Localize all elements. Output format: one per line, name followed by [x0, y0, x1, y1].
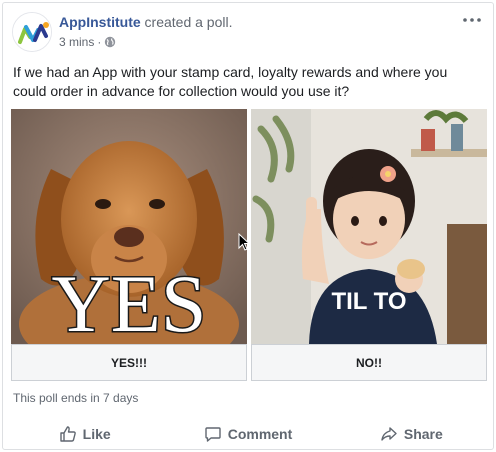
poll-option-no-label: NO!! [251, 344, 487, 381]
poll-option-no[interactable]: TIL TO NO!! [251, 109, 487, 381]
share-label: Share [403, 426, 443, 442]
poll-option-yes-label: YES!!! [11, 344, 247, 381]
post-meta: 3 mins · [59, 35, 116, 49]
post-timestamp[interactable]: 3 mins [59, 35, 94, 49]
poll-option-yes-image: YES [11, 109, 247, 344]
author-name[interactable]: AppInstitute [59, 14, 141, 30]
post-header: AppInstitute created a poll. 3 mins · [3, 3, 493, 59]
page-avatar[interactable] [12, 12, 52, 52]
poll-option-yes[interactable]: YES YES!!! [11, 109, 247, 381]
post-text: If we had an App with your stamp card, l… [13, 64, 448, 99]
author-line: AppInstitute created a poll. [59, 14, 233, 30]
appinstitute-logo-icon [13, 13, 51, 51]
like-icon [59, 425, 77, 443]
poll-option-no-image: TIL TO [251, 109, 487, 344]
poll: YES YES!!! TIL TO NO!! [11, 109, 487, 381]
meta-separator: · [97, 35, 102, 49]
share-button[interactable]: Share [330, 417, 493, 451]
post-action-text: created a poll. [144, 14, 233, 30]
yes-image-caption: YES [52, 258, 207, 344]
like-button[interactable]: Like [3, 417, 166, 451]
comment-icon [204, 425, 222, 443]
post-card: AppInstitute created a poll. 3 mins · If… [2, 2, 494, 450]
share-icon [380, 425, 398, 443]
no-image-shirt-text: TIL TO [331, 288, 406, 315]
more-options-icon[interactable] [460, 11, 484, 29]
post-actions-bar: Like Comment Share [3, 417, 493, 451]
comment-label: Comment [227, 426, 293, 442]
globe-icon [104, 36, 116, 48]
like-label: Like [82, 426, 111, 442]
poll-ends-text: This poll ends in 7 days [13, 391, 139, 405]
comment-button[interactable]: Comment [166, 417, 329, 451]
